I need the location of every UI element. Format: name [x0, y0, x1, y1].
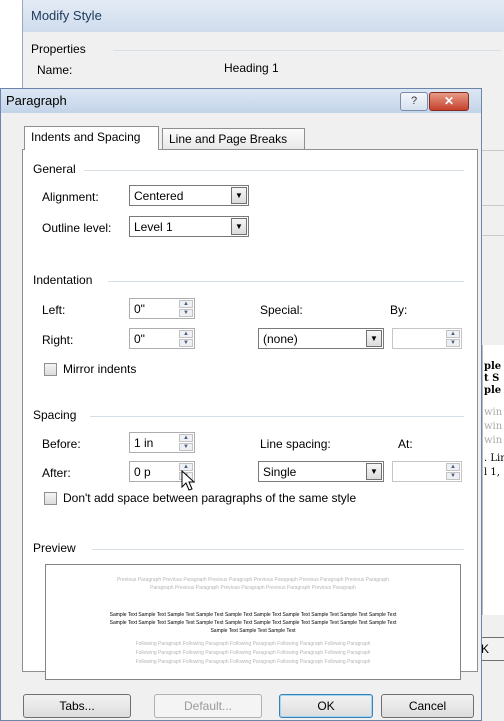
tab-indents-and-spacing[interactable]: Indents and Spacing	[24, 126, 159, 150]
bg-divider	[482, 235, 504, 236]
ok-button[interactable]: OK	[279, 694, 373, 718]
spin-up-icon[interactable]: ▲	[179, 300, 193, 308]
at-label: At:	[398, 437, 413, 451]
spin-down-icon[interactable]: ▼	[446, 472, 460, 480]
line-spacing-label: Line spacing:	[260, 437, 331, 451]
bg-ok-button[interactable]: K	[480, 637, 504, 661]
bg-divider	[482, 150, 504, 151]
special-label: Special:	[260, 303, 303, 317]
spacing-divider	[90, 416, 464, 417]
chevron-down-icon: ▼	[231, 218, 247, 235]
tab-label: Line and Page Breaks	[169, 132, 288, 146]
outline-level-label: Outline level:	[42, 221, 112, 235]
name-field[interactable]: Heading 1	[221, 58, 504, 78]
spacing-heading: Spacing	[33, 408, 77, 422]
chevron-down-icon: ▼	[366, 330, 382, 347]
tab-label: Indents and Spacing	[31, 130, 141, 144]
preview-following-line: Following Paragraph Following Paragraph …	[135, 650, 371, 656]
name-label: Name:	[37, 63, 73, 77]
chevron-down-icon: ▼	[231, 187, 247, 204]
dont-add-space-checkbox[interactable]	[44, 492, 57, 505]
right-indent-field[interactable]: 0" ▲ ▼	[129, 328, 195, 349]
spin-up-icon[interactable]: ▲	[179, 330, 193, 338]
by-field[interactable]: ▲ ▼	[392, 328, 462, 349]
bg-fragment: win	[484, 407, 503, 418]
bg-fragment: t S	[484, 373, 500, 384]
preview-previous-line: Paragraph Previous Paragraph Previous Pa…	[150, 585, 356, 591]
modify-style-title: Modify Style	[31, 8, 102, 23]
line-spacing-select[interactable]: Single ▼	[258, 461, 384, 482]
spin-up-icon[interactable]: ▲	[446, 463, 460, 471]
dont-add-space-label: Don't add space between paragraphs of th…	[63, 491, 357, 505]
spin-down-icon[interactable]: ▼	[179, 339, 193, 347]
bg-fragment: win	[484, 421, 503, 432]
bg-preview-fragment: ragr ple t S ple win win win . Lin l 1,	[482, 345, 504, 615]
outline-level-value: Level 1	[134, 220, 173, 234]
mirror-indents-label: Mirror indents	[63, 362, 137, 376]
indentation-divider	[108, 281, 464, 282]
left-indent-field[interactable]: 0" ▲ ▼	[129, 298, 195, 319]
general-divider	[84, 170, 464, 171]
spacing-after-value: 0 p	[134, 465, 151, 479]
properties-divider	[113, 50, 501, 51]
spin-down-icon[interactable]: ▼	[179, 309, 193, 317]
by-label: By:	[390, 303, 408, 317]
mouse-cursor-icon	[181, 470, 196, 491]
tabs-button[interactable]: Tabs...	[23, 694, 131, 718]
general-heading: General	[33, 162, 76, 176]
bg-fragment: win	[484, 435, 503, 446]
properties-group-label: Properties	[31, 42, 86, 56]
special-select[interactable]: (none) ▼	[258, 328, 384, 349]
default-button[interactable]: Default...	[154, 694, 262, 718]
bg-fragment: l 1,	[484, 467, 500, 478]
bg-fragment: ple	[484, 385, 502, 396]
after-label: After:	[42, 466, 71, 480]
preview-divider	[92, 549, 464, 550]
alignment-label: Alignment:	[42, 190, 99, 204]
preview-following-line: Following Paragraph Following Paragraph …	[135, 641, 371, 647]
alignment-select[interactable]: Centered ▼	[129, 185, 249, 206]
spin-up-icon[interactable]: ▲	[446, 330, 460, 338]
chevron-down-icon: ▼	[366, 463, 382, 480]
alignment-value: Centered	[134, 189, 184, 203]
at-field[interactable]: ▲ ▼	[392, 461, 462, 482]
preview-sample-line: Sample Text Sample Text Sample Text	[210, 628, 296, 634]
bg-fragment: ple	[484, 361, 502, 372]
mirror-indents-checkbox[interactable]	[44, 363, 57, 376]
line-spacing-value: Single	[263, 465, 297, 479]
paragraph-preview: Previous Paragraph Previous Paragraph Pr…	[45, 564, 461, 680]
preview-sample-line: Sample Text Sample Text Sample Text Samp…	[109, 612, 397, 618]
modify-style-titlebar: Modify Style	[23, 0, 504, 32]
cancel-button[interactable]: Cancel	[381, 694, 474, 718]
spacing-before-value: 1 in	[134, 436, 154, 450]
preview-sample-line: Sample Text Sample Text Sample Text Samp…	[109, 620, 397, 626]
right-indent-value: 0"	[134, 332, 145, 346]
right-indent-label: Right:	[42, 333, 74, 347]
spacing-before-field[interactable]: 1 in ▲ ▼	[129, 432, 195, 453]
outline-level-select[interactable]: Level 1 ▼	[129, 216, 249, 237]
indentation-heading: Indentation	[33, 273, 93, 287]
before-label: Before:	[42, 437, 81, 451]
tab-line-and-page-breaks[interactable]: Line and Page Breaks	[162, 128, 305, 150]
bg-fragment: . Lin	[484, 453, 504, 464]
spin-up-icon[interactable]: ▲	[179, 434, 193, 442]
left-indent-value: 0"	[134, 302, 145, 316]
dialog-titlebar[interactable]: Paragraph ? ✕	[1, 89, 481, 113]
special-value: (none)	[263, 332, 298, 346]
preview-previous-line: Previous Paragraph Previous Paragraph Pr…	[116, 577, 390, 583]
help-button[interactable]: ?	[400, 92, 428, 111]
bg-divider	[482, 205, 504, 206]
dialog-title: Paragraph	[6, 93, 67, 108]
preview-heading: Preview	[33, 541, 76, 555]
spin-down-icon[interactable]: ▼	[446, 339, 460, 347]
close-button[interactable]: ✕	[429, 92, 469, 111]
preview-following-line: Following Paragraph Following Paragraph …	[135, 659, 371, 665]
spin-down-icon[interactable]: ▼	[179, 443, 193, 451]
left-indent-label: Left:	[42, 303, 66, 317]
